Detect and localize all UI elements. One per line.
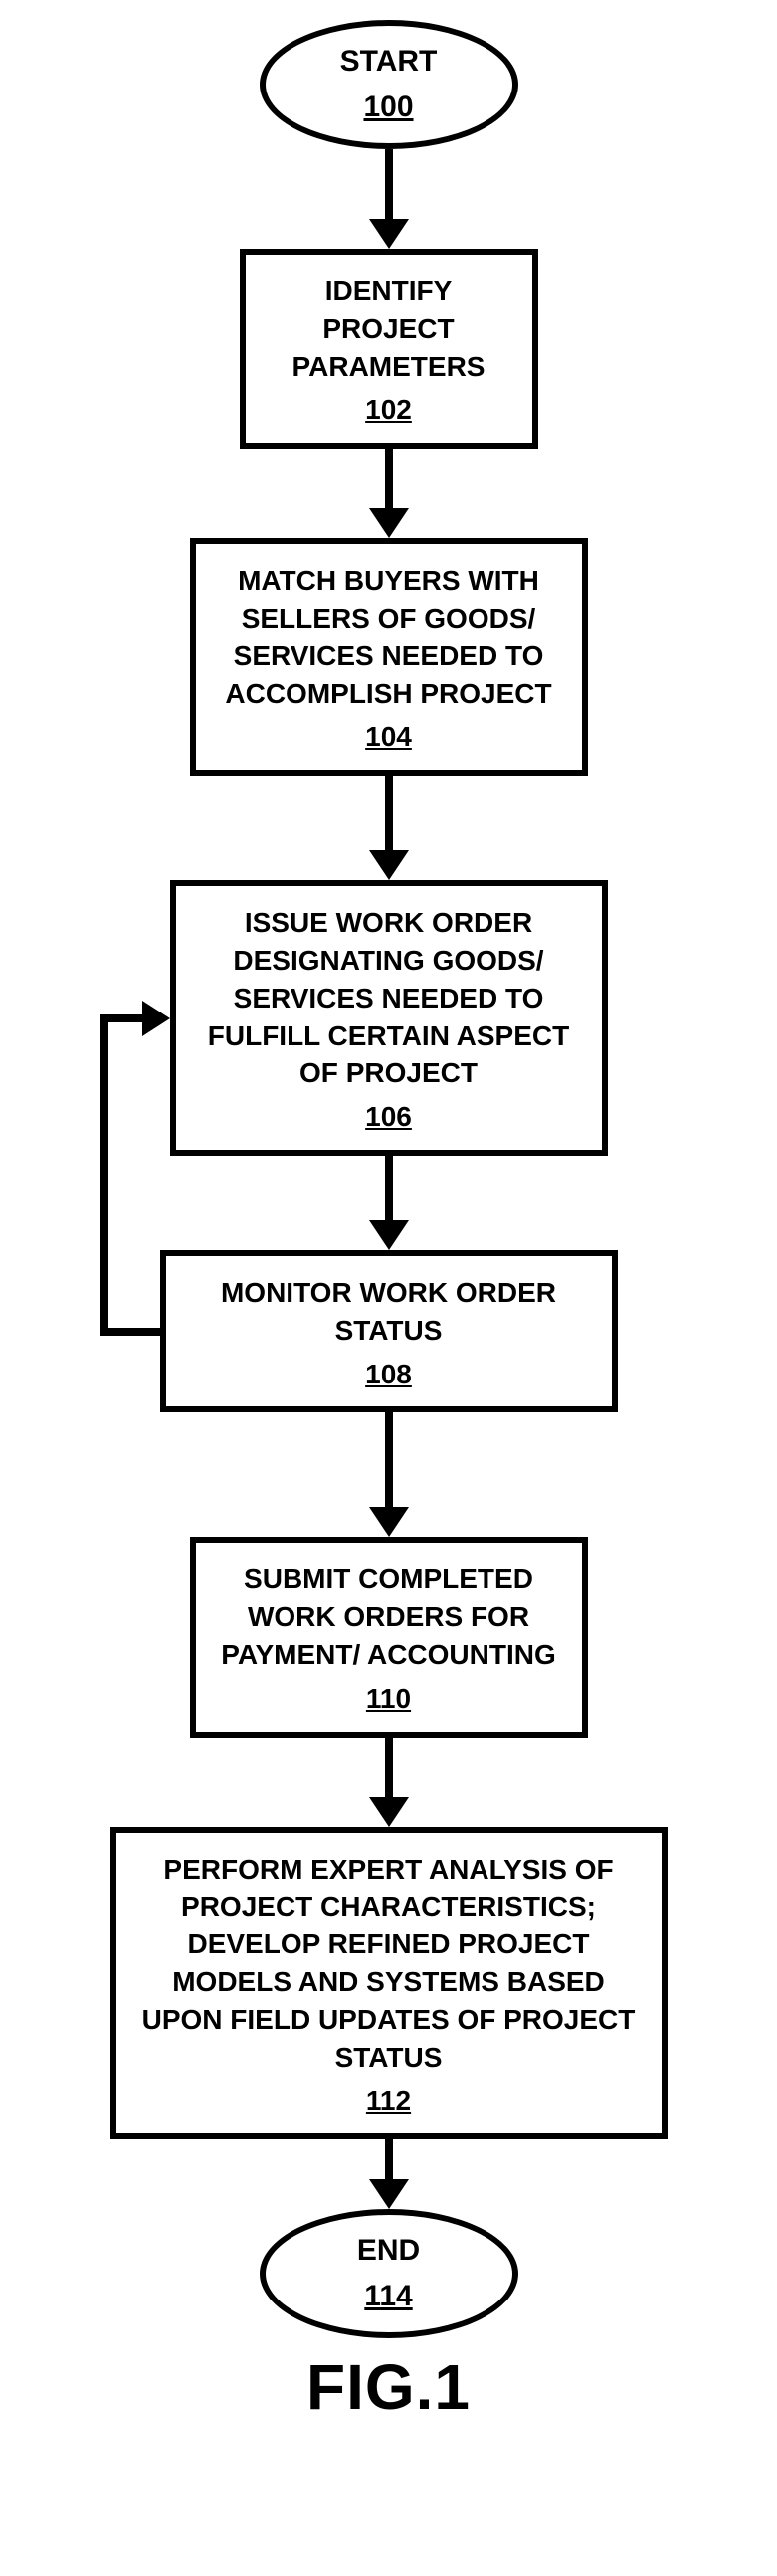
node-112-ref: 112	[366, 2082, 411, 2119]
node-102-label: IDENTIFY PROJECT PARAMETERS	[260, 273, 518, 385]
arrow-110-112	[369, 1738, 409, 1827]
node-108: MONITOR WORK ORDER STATUS 108	[160, 1250, 618, 1412]
node-112-label: PERFORM EXPERT ANALYSIS OF PROJECT CHARA…	[130, 1851, 648, 2077]
node-104-ref: 104	[365, 718, 412, 756]
arrow-108-110	[369, 1412, 409, 1537]
node-112: PERFORM EXPERT ANALYSIS OF PROJECT CHARA…	[110, 1827, 668, 2140]
arrow-106-108	[369, 1156, 409, 1250]
node-106: ISSUE WORK ORDER DESIGNATING GOODS/ SERV…	[170, 880, 608, 1156]
node-110-label: SUBMIT COMPLETED WORK ORDERS FOR PAYMENT…	[210, 1561, 568, 1673]
figure-label: FIG.1	[306, 2350, 471, 2424]
node-102-ref: 102	[365, 391, 412, 429]
node-110: SUBMIT COMPLETED WORK ORDERS FOR PAYMENT…	[190, 1537, 588, 1737]
arrow-112-end	[369, 2139, 409, 2209]
node-108-ref: 108	[365, 1356, 412, 1393]
start-node: START 100	[260, 20, 518, 149]
node-104-label: MATCH BUYERS WITH SELLERS OF GOODS/ SERV…	[210, 562, 568, 712]
end-ref: 114	[364, 2277, 412, 2317]
node-106-ref: 106	[365, 1098, 412, 1136]
node-108-label: MONITOR WORK ORDER STATUS	[180, 1274, 598, 1350]
arrow-104-106	[369, 776, 409, 880]
start-ref: 100	[363, 88, 413, 128]
arrow-102-104	[369, 449, 409, 538]
node-106-label: ISSUE WORK ORDER DESIGNATING GOODS/ SERV…	[190, 904, 588, 1092]
flowchart: START 100 IDENTIFY PROJECT PARAMETERS 10…	[21, 20, 757, 2424]
end-node: END 114	[260, 2209, 518, 2338]
node-110-ref: 110	[366, 1680, 411, 1718]
node-102: IDENTIFY PROJECT PARAMETERS 102	[240, 249, 538, 449]
node-104: MATCH BUYERS WITH SELLERS OF GOODS/ SERV…	[190, 538, 588, 776]
end-label: END	[357, 2231, 420, 2272]
arrow-start-102	[369, 149, 409, 249]
start-label: START	[340, 42, 438, 83]
